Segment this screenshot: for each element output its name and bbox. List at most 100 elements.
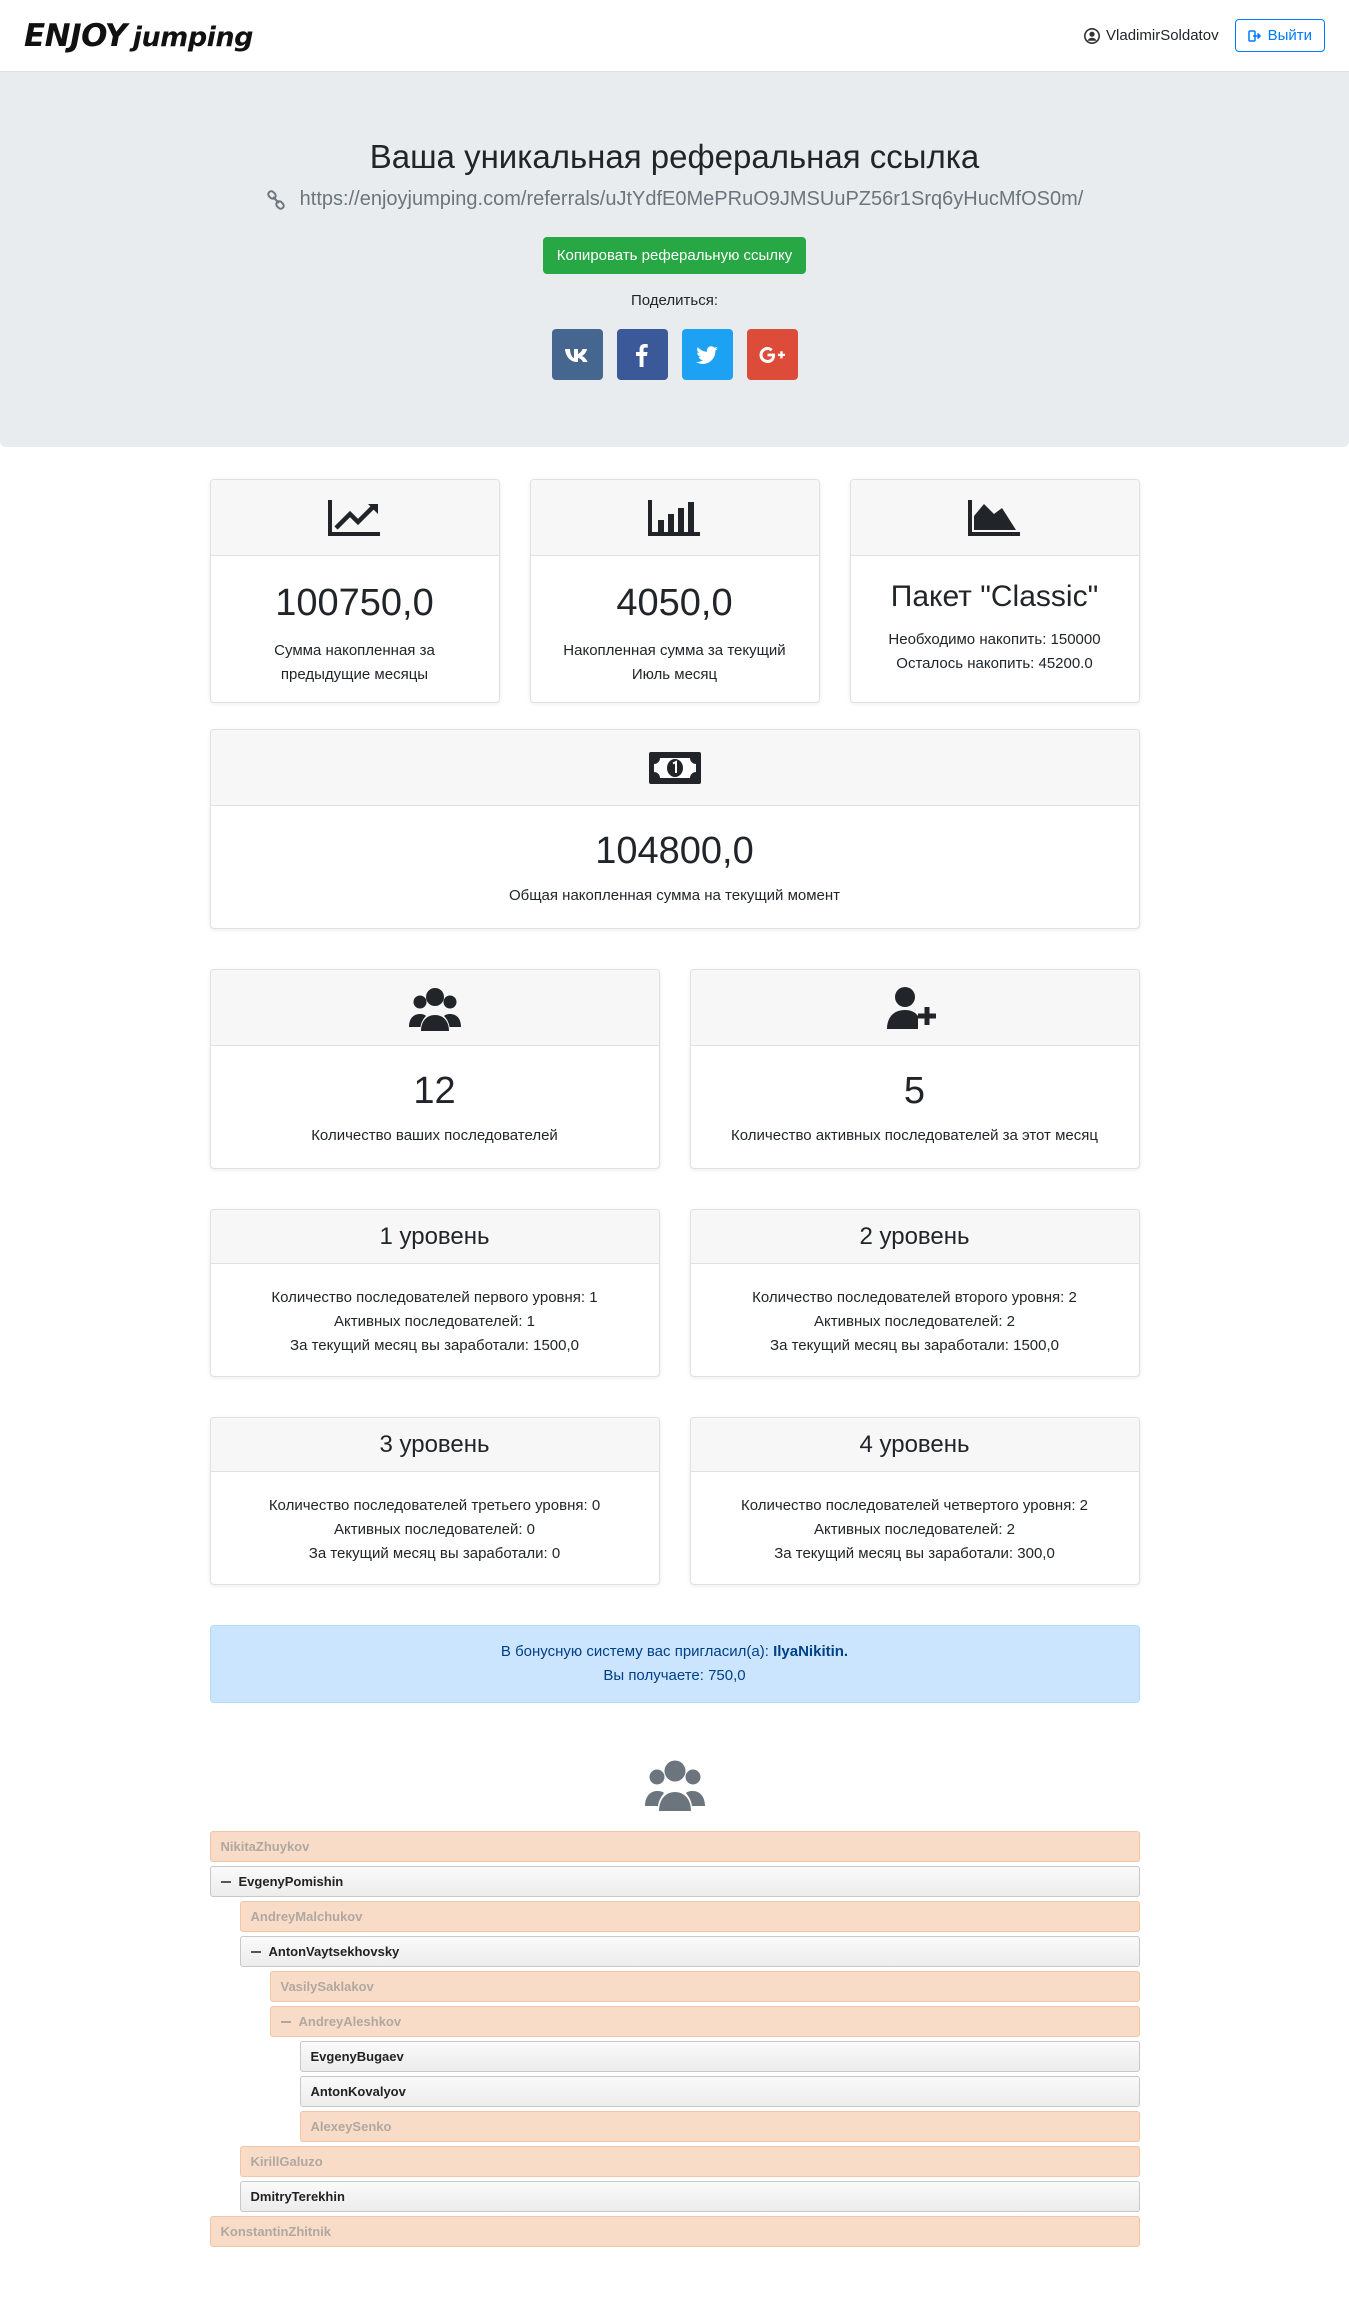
hero-title: Ваша уникальная реферальная ссылка [369, 138, 980, 175]
collapse-icon[interactable] [280, 2020, 291, 2023]
followers-active-value: 5 [903, 1070, 926, 1112]
twitter-icon [696, 345, 718, 364]
levels-row-2: 3 уровень Количество последователей трет… [209, 1417, 1140, 1585]
username: VladimirSoldatov [1106, 27, 1219, 44]
tree-node-label: KonstantinZhitnik [220, 2224, 332, 2239]
level-title: 1 уровень [210, 1210, 659, 1264]
logout-button[interactable]: Выйти [1234, 19, 1325, 52]
users-icon [408, 987, 461, 1031]
inviter-name: IlyaNikitin. [773, 1643, 849, 1660]
copy-link-button[interactable]: Копировать реферальную ссылку [542, 237, 807, 274]
level-count: Количество последователей четвертого уро… [741, 1497, 1088, 1514]
level-count: Количество последователей третьего уровн… [268, 1497, 601, 1514]
total-value: 104800,0 [595, 830, 754, 872]
followers-total-desc: Количество ваших последователей [311, 1127, 558, 1144]
share-label: Поделиться: [631, 292, 718, 309]
sign-out-icon [1247, 29, 1261, 42]
level-earned: За текущий месяц вы заработали: 1500,0 [290, 1337, 579, 1354]
main-content: 100750,0 Сумма накопленная за предыдущие… [209, 479, 1140, 2247]
tree-node[interactable]: AndreyAleshkov [269, 2006, 1140, 2037]
followers-total-value: 12 [413, 1070, 456, 1112]
package-left: Осталось накопить: 45200.0 [896, 655, 1093, 672]
level-card: 4 уровень Количество последователей четв… [689, 1417, 1140, 1585]
collapse-icon[interactable] [220, 1880, 231, 1883]
trending-up-icon [327, 499, 380, 536]
tree-node-label: EvgenyBugaev [310, 2049, 404, 2064]
invite-alert: В бонусную систему вас пригласил(а): Ily… [209, 1625, 1140, 1703]
tree-node[interactable]: KonstantinZhitnik [209, 2216, 1140, 2247]
current-month-desc-2: Июль месяц [631, 666, 718, 683]
tree-node-label: AntonKovalyov [310, 2084, 406, 2099]
current-month-card: 4050,0 Накопленная сумма за текущий Июль… [529, 479, 820, 703]
users-icon [644, 1760, 705, 1811]
bar-chart-icon [647, 499, 700, 536]
tree-header [210, 1755, 1140, 1817]
tree-node[interactable]: AntonVaytsekhovsky [239, 1936, 1140, 1967]
followers-active-card: 5 Количество активных последователей за … [689, 969, 1140, 1169]
current-month-desc-1: Накопленная сумма за текущий [563, 642, 786, 659]
logout-label: Выйти [1267, 27, 1312, 44]
invite-receive: Вы получаете: 750,0 [603, 1667, 746, 1684]
brand-logo[interactable]: ENJOY jumping [24, 18, 253, 54]
tree-node[interactable]: KirillGaluzo [239, 2146, 1140, 2177]
collapse-icon[interactable] [250, 1950, 261, 1953]
user-circle-icon [1084, 27, 1101, 44]
tree-node[interactable]: DmitryTerekhin [239, 2181, 1140, 2212]
prev-months-desc-1: Сумма накопленная за [274, 642, 435, 659]
tree-node-label: AntonVaytsekhovsky [268, 1944, 400, 1959]
tree-node-label: NikitaZhuykov [220, 1839, 310, 1854]
prev-months-card: 100750,0 Сумма накопленная за предыдущие… [209, 479, 500, 703]
share-facebook-button[interactable] [616, 329, 668, 380]
level-card: 2 уровень Количество последователей втор… [689, 1209, 1140, 1377]
tree-node-label: AlexeySenko [310, 2119, 392, 2134]
share-google-plus-button[interactable] [746, 329, 798, 380]
package-title: Пакет "Classic" [890, 580, 1099, 613]
level-earned: За текущий месяц вы заработали: 1500,0 [770, 1337, 1059, 1354]
share-twitter-button[interactable] [681, 329, 733, 380]
tree-node[interactable]: AlexeySenko [299, 2111, 1140, 2142]
level-title: 4 уровень [690, 1418, 1139, 1472]
level-earned: За текущий месяц вы заработали: 300,0 [774, 1545, 1055, 1562]
level-active: Активных последователей: 2 [813, 1313, 1016, 1330]
level-card: 3 уровень Количество последователей трет… [209, 1417, 660, 1585]
navbar: ENJOY jumping VladimirSoldatov Выйти [0, 0, 1349, 72]
referral-hero: Ваша уникальная реферальная ссылка https… [0, 72, 1349, 447]
google-plus-icon [759, 346, 785, 363]
tree-node-label: EvgenyPomishin [238, 1874, 344, 1889]
tree-node[interactable]: EvgenyPomishin [209, 1866, 1140, 1897]
tree-node[interactable]: AntonKovalyov [299, 2076, 1140, 2107]
tree-node-label: DmitryTerekhin [250, 2189, 345, 2204]
current-month-value: 4050,0 [616, 582, 733, 624]
level-title: 2 уровень [690, 1210, 1139, 1264]
package-card: Пакет "Classic" Необходимо накопить: 150… [849, 479, 1140, 703]
prev-months-value: 100750,0 [275, 582, 434, 624]
level-count: Количество последователей первого уровня… [271, 1289, 598, 1306]
vk-icon [565, 348, 588, 362]
level-active: Активных последователей: 2 [813, 1521, 1016, 1538]
tree-node[interactable]: AndreyMalchukov [239, 1901, 1140, 1932]
followers-active-desc: Количество активных последователей за эт… [731, 1127, 1098, 1144]
referral-link[interactable]: https://enjoyjumping.com/referrals/uJtYd… [300, 188, 1084, 211]
followers-row: 12 Количество ваших последователей 5 Кол… [209, 969, 1140, 1169]
level-card: 1 уровень Количество последователей перв… [209, 1209, 660, 1377]
level-count: Количество последователей второго уровня… [752, 1289, 1077, 1306]
tree-node-label: AndreyAleshkov [298, 2014, 402, 2029]
stats-row: 100750,0 Сумма накопленная за предыдущие… [209, 479, 1140, 703]
level-active: Активных последователей: 0 [333, 1521, 536, 1538]
share-vk-button[interactable] [551, 329, 603, 380]
tree-node[interactable]: VasilySaklakov [269, 1971, 1140, 2002]
level-title: 3 уровень [210, 1418, 659, 1472]
money-bill-icon [648, 751, 701, 784]
user-plus-icon [886, 986, 936, 1029]
tree-node-label: AndreyMalchukov [250, 1909, 363, 1924]
facebook-icon [636, 343, 648, 367]
share-buttons [0, 329, 1349, 380]
tree-node[interactable]: NikitaZhuykov [209, 1831, 1140, 1862]
link-icon [266, 189, 285, 210]
package-need: Необходимо накопить: 150000 [888, 631, 1101, 648]
total-desc: Общая накопленная сумма на текущий момен… [508, 887, 841, 904]
user-menu[interactable]: VladimirSoldatov [1084, 27, 1219, 44]
tree-node[interactable]: EvgenyBugaev [299, 2041, 1140, 2072]
followers-total-card: 12 Количество ваших последователей [209, 969, 660, 1169]
prev-months-desc-2: предыдущие месяцы [280, 666, 429, 683]
